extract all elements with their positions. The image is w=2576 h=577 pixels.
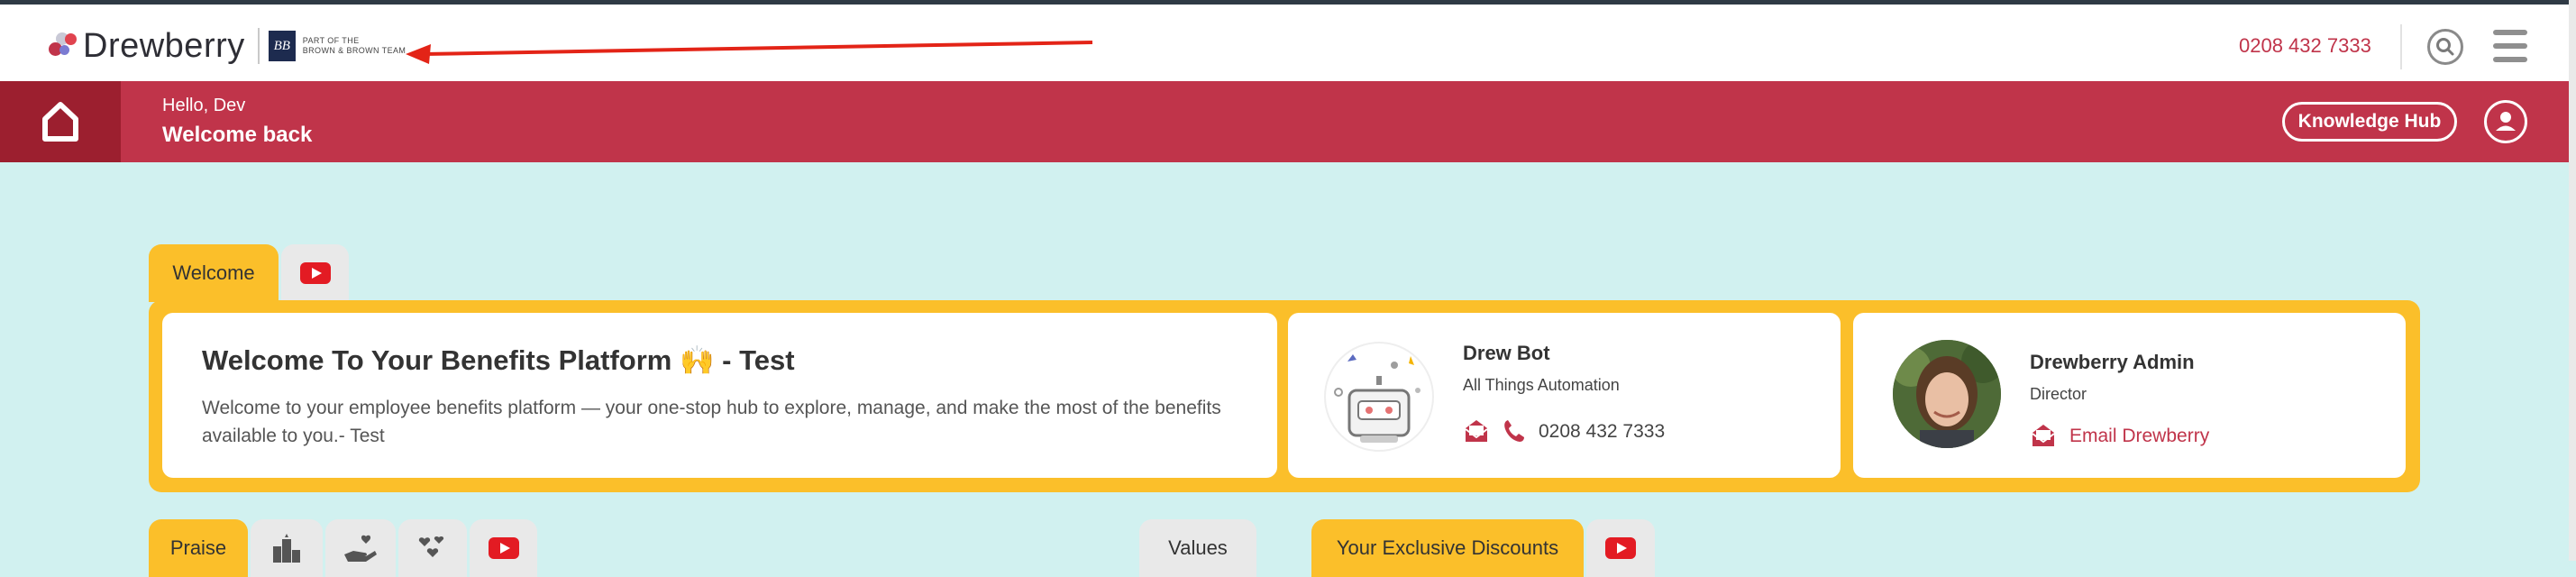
contact-name: Drewberry Admin	[2030, 351, 2195, 373]
user-account-button[interactable]	[2484, 100, 2527, 143]
tab-praise[interactable]: Praise	[149, 519, 248, 577]
tab-exclusive-discounts-label: Your Exclusive Discounts	[1336, 536, 1559, 559]
tab-praise-label: Praise	[169, 536, 227, 559]
robot-icon	[1324, 342, 1434, 452]
tab-welcome-label: Welcome	[172, 261, 255, 284]
hand-heart-icon	[344, 535, 377, 562]
logo-divider	[257, 28, 260, 64]
phone-icon[interactable]	[1503, 418, 1526, 444]
drewberry-logo[interactable]: Drewberry BB PART OF THE BROWN & BROWN T…	[47, 26, 406, 66]
tab-exclusive-discounts[interactable]: Your Exclusive Discounts	[1311, 519, 1584, 577]
welcome-card: Welcome To Your Benefits Platform 🙌 - Te…	[162, 313, 1277, 478]
page-scrollbar[interactable]	[2569, 0, 2576, 561]
header-phone-link[interactable]: 0208 432 7333	[2239, 34, 2371, 58]
search-icon	[2436, 38, 2454, 56]
welcome-banner: Hello, Dev Welcome back Knowledge Hub	[0, 81, 2569, 162]
search-button[interactable]	[2427, 29, 2463, 65]
welcome-body: Welcome to your employee benefits platfo…	[202, 398, 1221, 446]
user-icon	[2496, 112, 2516, 131]
site-header: Drewberry BB PART OF THE BROWN & BROWN T…	[0, 5, 2569, 81]
tab-values[interactable]: Values	[1139, 519, 1256, 577]
partner-line-1: PART OF THE	[302, 36, 360, 45]
brand-name: Drewberry	[83, 26, 245, 65]
home-button[interactable]	[0, 81, 121, 162]
header-divider	[2400, 24, 2402, 69]
email-drewberry-link[interactable]: Email Drewberry	[2069, 426, 2209, 447]
logo-dots-icon	[47, 31, 78, 61]
contact-phone[interactable]: 0208 432 7333	[1539, 421, 1665, 443]
tab-welcome-video[interactable]	[281, 244, 349, 302]
avatar-photo-image	[1893, 340, 2001, 448]
hearts-icon	[418, 536, 444, 557]
tab-give-praise[interactable]	[325, 519, 396, 577]
youtube-icon	[1605, 537, 1636, 559]
brown-brown-logo-icon: BB	[268, 31, 296, 61]
leaderboard-icon	[273, 534, 300, 563]
tab-discounts-video[interactable]	[1586, 519, 1655, 577]
welcome-back-text: Welcome back	[162, 123, 313, 147]
tab-leaderboard[interactable]	[251, 519, 323, 577]
contact-role: Director	[2030, 385, 2087, 403]
contact-card-drew-bot: Drew Bot All Things Automation 0208 432 …	[1288, 313, 1841, 478]
contact-card-admin: Drewberry Admin Director Email Drewberry	[1853, 313, 2406, 478]
contact-role: All Things Automation	[1463, 376, 1620, 394]
tab-praise-video[interactable]	[470, 519, 537, 577]
email-icon[interactable]	[2030, 423, 2057, 448]
welcome-title: Welcome To Your Benefits Platform 🙌 - Te…	[202, 344, 795, 376]
partner-line-2: BROWN & BROWN TEAM	[302, 46, 406, 55]
tab-welcome[interactable]: Welcome	[149, 244, 279, 302]
knowledge-hub-button[interactable]: Knowledge Hub	[2282, 102, 2457, 142]
youtube-icon	[299, 262, 331, 284]
avatar	[1893, 340, 2001, 448]
tab-reactions[interactable]	[398, 519, 467, 577]
home-icon	[42, 102, 78, 142]
menu-button[interactable]	[2493, 30, 2527, 62]
partner-text: PART OF THE BROWN & BROWN TEAM	[303, 36, 406, 56]
tab-values-label: Values	[1168, 536, 1228, 559]
annotation-arrow	[406, 41, 1093, 64]
youtube-icon	[488, 537, 519, 559]
email-icon[interactable]	[1463, 418, 1490, 444]
contact-name: Drew Bot	[1463, 342, 1550, 364]
greeting-text: Hello, Dev	[162, 96, 246, 115]
welcome-panel: Welcome To Your Benefits Platform 🙌 - Te…	[149, 300, 2420, 492]
